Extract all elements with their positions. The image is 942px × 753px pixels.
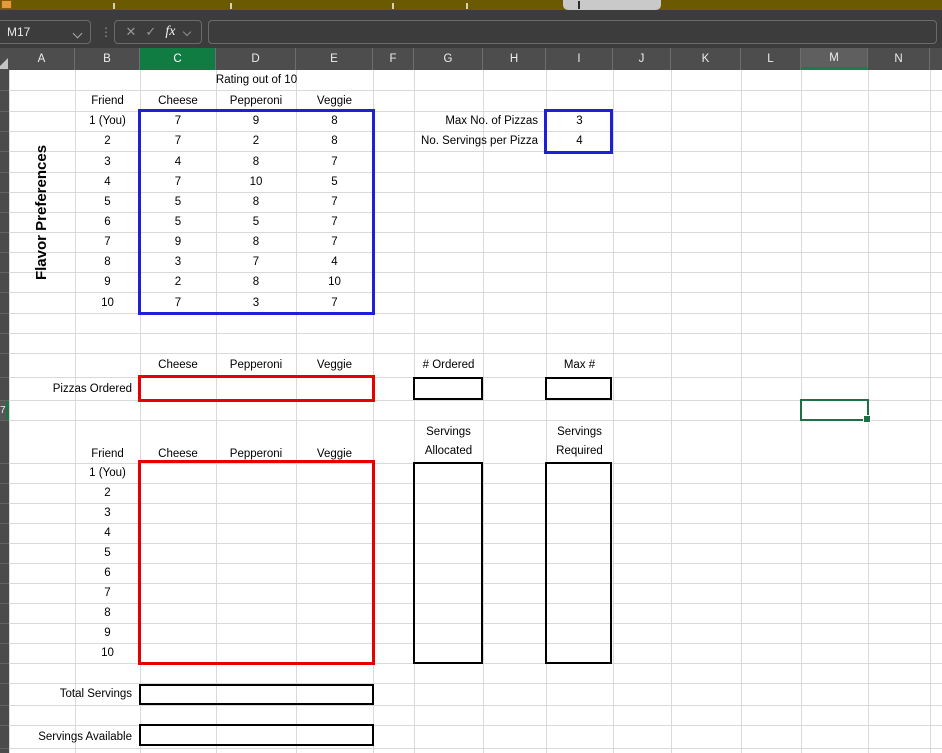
friend-label[interactable]: 5 — [75, 192, 140, 212]
friend-label[interactable]: 7 — [75, 232, 140, 252]
servings-available-box[interactable] — [139, 724, 374, 746]
t1-header-pepperoni: Pepperoni — [229, 94, 283, 107]
t1-header-cheese: Cheese — [158, 94, 198, 107]
friend-label[interactable]: 10 — [75, 292, 140, 313]
select-all-triangle-icon — [0, 58, 8, 69]
search-box[interactable] — [563, 0, 661, 10]
pizzas-ordered-input[interactable] — [138, 375, 375, 402]
column-headers: A B C D E F G H I J K L M N — [0, 48, 942, 70]
servings-required-box[interactable] — [545, 462, 612, 664]
ordered-total-box[interactable] — [413, 377, 483, 400]
ordered-header: # Ordered — [422, 359, 475, 371]
friend-label[interactable]: 2 — [75, 131, 140, 151]
friend-label[interactable]: 1 (You) — [75, 111, 140, 131]
col-header-d[interactable]: D — [216, 48, 296, 70]
titlebar — [0, 0, 942, 10]
titlebar-text-fragment — [466, 3, 468, 9]
fill-handle[interactable] — [863, 415, 871, 423]
col-header-j[interactable]: J — [613, 48, 671, 70]
max-pizzas-label: Max No. of Pizzas — [445, 115, 538, 127]
titlebar-text-fragment — [230, 3, 232, 9]
enter-icon[interactable]: ✓ — [145, 24, 156, 40]
friend-label[interactable]: 9 — [75, 272, 140, 292]
friend-label[interactable]: 4 — [75, 523, 140, 543]
flavor-preferences-label: Flavor Preferences — [33, 144, 51, 280]
t1-header-friend: Friend — [91, 94, 124, 107]
total-servings-box[interactable] — [139, 684, 374, 705]
t2-header-friend: Friend — [91, 448, 124, 460]
chevron-down-icon[interactable] — [183, 27, 192, 37]
friend-label[interactable]: 7 — [75, 583, 140, 603]
friend-label[interactable]: 5 — [75, 543, 140, 563]
col-header-a[interactable]: A — [9, 48, 75, 70]
friend-label[interactable]: 3 — [75, 151, 140, 172]
friend-label[interactable]: 3 — [75, 503, 140, 523]
chevron-down-icon[interactable] — [72, 28, 83, 39]
total-servings-label: Total Servings — [59, 688, 132, 700]
active-cell-m17[interactable] — [800, 399, 871, 423]
col-header-k[interactable]: K — [671, 48, 741, 70]
col-header-n[interactable]: N — [868, 48, 930, 70]
servings-required-header: Servings Required — [556, 425, 603, 457]
col-header-b[interactable]: B — [75, 48, 140, 70]
cancel-icon[interactable]: ✕ — [126, 24, 137, 40]
max-header: Max # — [563, 359, 596, 371]
friend-label[interactable]: 8 — [75, 252, 140, 272]
formula-bar: M17 ⋮ ✕ ✓ fx — [0, 10, 942, 48]
friend-label[interactable]: 4 — [75, 172, 140, 192]
insert-function-icon[interactable]: fx — [165, 24, 175, 40]
row-header-17[interactable]: 7 — [0, 400, 9, 420]
t1-header-veggie: Veggie — [316, 94, 353, 107]
friend-label[interactable]: 8 — [75, 603, 140, 623]
order-header-cheese: Cheese — [158, 359, 198, 371]
formula-input[interactable] — [208, 20, 937, 44]
formula-bar-divider: ⋮ — [100, 25, 112, 39]
titlebar-text-fragment — [392, 3, 394, 9]
col-header-l[interactable]: L — [741, 48, 801, 70]
order-header-pepperoni: Pepperoni — [229, 359, 283, 371]
name-box[interactable]: M17 — [0, 20, 91, 44]
col-header-f[interactable]: F — [373, 48, 414, 70]
friend-label[interactable]: 6 — [75, 563, 140, 583]
col-header-h[interactable]: H — [483, 48, 546, 70]
col-header-i[interactable]: I — [546, 48, 613, 70]
allocation-input[interactable] — [138, 460, 375, 665]
friend-label[interactable]: 1 (You) — [75, 463, 140, 483]
excel-app-icon — [1, 0, 12, 9]
formula-buttons: ✕ ✓ fx — [114, 20, 202, 44]
ratings-selection-border — [138, 109, 375, 315]
t2-header-cheese: Cheese — [158, 448, 198, 460]
friend-label[interactable]: 6 — [75, 212, 140, 232]
titlebar-text-fragment — [113, 3, 115, 9]
excel-window: M17 ⋮ ✕ ✓ fx A B C D E F G H I J K L M N… — [0, 0, 942, 753]
t2-header-pepperoni: Pepperoni — [229, 448, 283, 460]
friend-label[interactable]: 9 — [75, 623, 140, 643]
max-number-box[interactable] — [545, 377, 612, 400]
servings-per-pizza-label: No. Servings per Pizza — [421, 135, 538, 147]
servings-available-label: Servings Available — [38, 730, 132, 743]
order-header-veggie: Veggie — [316, 359, 353, 371]
text-cursor — [578, 1, 580, 9]
servings-allocated-header: Servings Allocated — [424, 425, 473, 457]
friend-label[interactable]: 10 — [75, 643, 140, 663]
t2-header-veggie: Veggie — [316, 448, 353, 460]
friend-label[interactable]: 2 — [75, 483, 140, 503]
col-header-m[interactable]: M — [801, 48, 868, 70]
col-header-c[interactable]: C — [140, 48, 216, 70]
select-all-button[interactable] — [0, 48, 9, 70]
pizzas-ordered-label: Pizzas Ordered — [52, 382, 132, 395]
servings-allocated-box[interactable] — [413, 462, 483, 664]
params-selection-border — [544, 109, 613, 154]
col-header-e[interactable]: E — [296, 48, 373, 70]
ratings-title: Rating out of 10 — [215, 74, 298, 86]
col-header-g[interactable]: G — [414, 48, 483, 70]
name-box-value: M17 — [7, 25, 31, 39]
